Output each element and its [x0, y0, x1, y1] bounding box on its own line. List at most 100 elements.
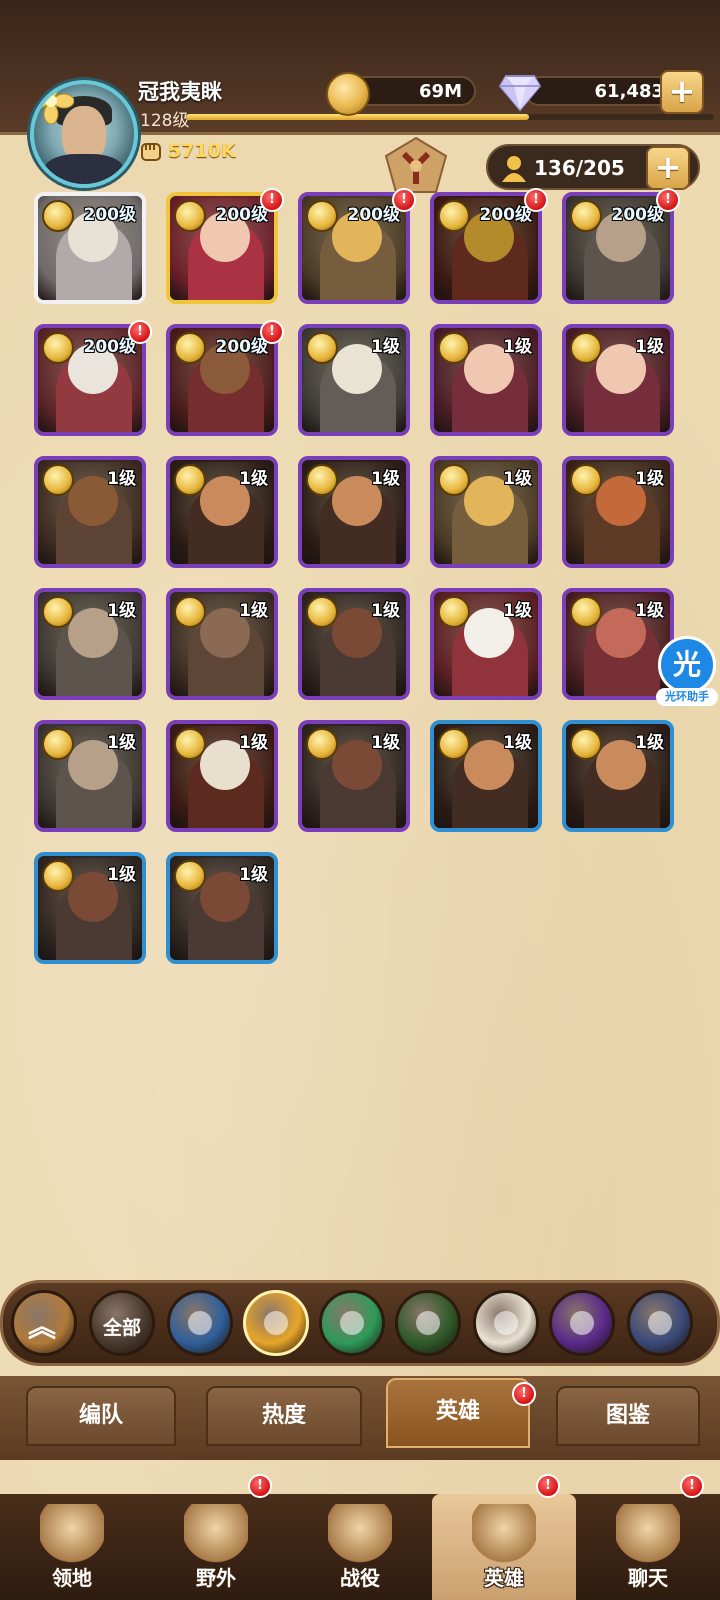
alert-dot-icon: !: [260, 320, 284, 344]
filter-hypogean-button[interactable]: [549, 1290, 615, 1356]
portal-ring-icon: [648, 1311, 672, 1335]
faction-badge-icon: [570, 200, 602, 232]
castle-icon: [40, 1504, 104, 1564]
mauler-emblem-icon: [264, 1311, 288, 1335]
faction-badge-icon: [570, 596, 602, 628]
nav-label: 战役: [340, 1566, 380, 1590]
hero-level: 1级: [503, 601, 532, 621]
nav-helmet[interactable]: 英雄!: [432, 1474, 576, 1600]
hero-level: 1级: [371, 601, 400, 621]
hero-card[interactable]: 1级: [166, 852, 278, 964]
hero-card[interactable]: 200级: [562, 192, 674, 304]
faction-badge-icon: [42, 464, 74, 496]
hero-card[interactable]: 200级: [166, 324, 278, 436]
filter-wilder-button[interactable]: [319, 1290, 385, 1356]
hero-level: 1级: [239, 469, 268, 489]
helmet-icon: [472, 1504, 536, 1564]
hero-card[interactable]: 200级: [34, 324, 146, 436]
nav-crossed-swords[interactable]: 战役: [288, 1494, 432, 1600]
hero-card[interactable]: 1级: [298, 588, 410, 700]
floating-helper[interactable]: 光 光环助手: [656, 636, 718, 712]
hero-card[interactable]: 1级: [298, 456, 410, 568]
nav-chat-bubble[interactable]: 聊天!: [576, 1474, 720, 1600]
filter-lightbearer-button[interactable]: [167, 1290, 233, 1356]
hero-level: 1级: [635, 337, 664, 357]
dark-crystal-icon: [570, 1311, 594, 1335]
tab-1[interactable]: 热度: [206, 1386, 362, 1446]
hero-card[interactable]: 1级: [298, 720, 410, 832]
hero-card[interactable]: 200级: [430, 192, 542, 304]
hero-level: 1级: [107, 601, 136, 621]
hero-emblem-icon[interactable]: [380, 136, 452, 196]
faction-badge-icon: [174, 200, 206, 232]
hero-card[interactable]: 1级: [430, 720, 542, 832]
faction-badge-icon: [570, 728, 602, 760]
faction-badge-icon: [42, 860, 74, 892]
alert-dot-icon: !: [536, 1474, 560, 1498]
hero-section-tabs: 编队 热度 英雄! 图鉴: [0, 1376, 720, 1460]
faction-badge-icon: [42, 200, 74, 232]
alert-dot-icon: !: [680, 1474, 704, 1498]
hero-card[interactable]: 1级: [166, 720, 278, 832]
hero-card[interactable]: 1级: [166, 456, 278, 568]
eye-icon: [416, 1311, 440, 1335]
hero-card[interactable]: 1级: [298, 324, 410, 436]
nav-castle[interactable]: 领地: [0, 1494, 144, 1600]
faction-badge-icon: [174, 728, 206, 760]
crossed-swords-icon: [328, 1504, 392, 1564]
faction-badge-icon: [438, 464, 470, 496]
hero-card[interactable]: 1级: [166, 588, 278, 700]
filter-graveborn-button[interactable]: [395, 1290, 461, 1356]
faction-badge-icon: [42, 332, 74, 364]
hero-card[interactable]: 1级: [430, 456, 542, 568]
tab-2[interactable]: 英雄: [386, 1378, 530, 1448]
hero-level: 1级: [371, 733, 400, 753]
nav-scroll-map[interactable]: 野外!: [144, 1474, 288, 1600]
hero-level: 1级: [239, 601, 268, 621]
hero-card[interactable]: 1级: [34, 588, 146, 700]
fist-icon: [141, 143, 161, 161]
hero-card[interactable]: 200级: [166, 192, 278, 304]
filter-mauler-button[interactable]: [243, 1290, 309, 1356]
faction-badge-icon: [42, 728, 74, 760]
hero-card[interactable]: 1级: [430, 588, 542, 700]
faction-badge-icon: [570, 332, 602, 364]
filter-all-button[interactable]: 全部: [89, 1290, 155, 1356]
hero-card[interactable]: 1级: [34, 852, 146, 964]
alert-dot-icon: !: [524, 188, 548, 212]
add-diamonds-button[interactable]: +: [660, 70, 704, 114]
diamond-icon: [498, 75, 542, 112]
expand-hero-slots-button[interactable]: +: [646, 146, 690, 190]
power-value: 5710K: [168, 140, 236, 162]
player-avatar[interactable]: [30, 80, 138, 188]
tab-3[interactable]: 图鉴: [556, 1386, 700, 1446]
alert-dot-icon: !: [248, 1474, 272, 1498]
hero-card[interactable]: 1级: [34, 456, 146, 568]
faction-badge-icon: [174, 332, 206, 364]
avatar-coat: [44, 154, 124, 184]
xp-bar-fill: [186, 114, 530, 120]
faction-badge-icon: [306, 464, 338, 496]
hero-level: 1级: [107, 733, 136, 753]
hero-card[interactable]: 1级: [562, 324, 674, 436]
filter-dimensional-button[interactable]: [627, 1290, 693, 1356]
alert-dot-icon: !: [512, 1382, 536, 1406]
hero-card[interactable]: 1级: [430, 324, 542, 436]
hero-card[interactable]: 1级: [34, 720, 146, 832]
sun-star-icon: [494, 1311, 518, 1335]
diamond-value: 61,483: [594, 80, 664, 102]
player-name: 冠我夷眯: [138, 80, 222, 104]
hero-card[interactable]: 200级: [34, 192, 146, 304]
hero-level: 1级: [503, 337, 532, 357]
hero-level: 1级: [371, 469, 400, 489]
helper-caption: 光环助手: [656, 688, 718, 706]
hero-card[interactable]: 200级: [298, 192, 410, 304]
tab-0[interactable]: 编队: [26, 1386, 176, 1446]
nav-label: 野外: [196, 1566, 236, 1590]
hero-level: 1级: [239, 865, 268, 885]
hero-card[interactable]: 1级: [562, 456, 674, 568]
faction-filter-bar: ︽ 全部: [0, 1280, 720, 1366]
hero-card[interactable]: 1级: [562, 720, 674, 832]
filter-celestial-button[interactable]: [473, 1290, 539, 1356]
filter-collapse-button[interactable]: ︽: [11, 1290, 77, 1356]
